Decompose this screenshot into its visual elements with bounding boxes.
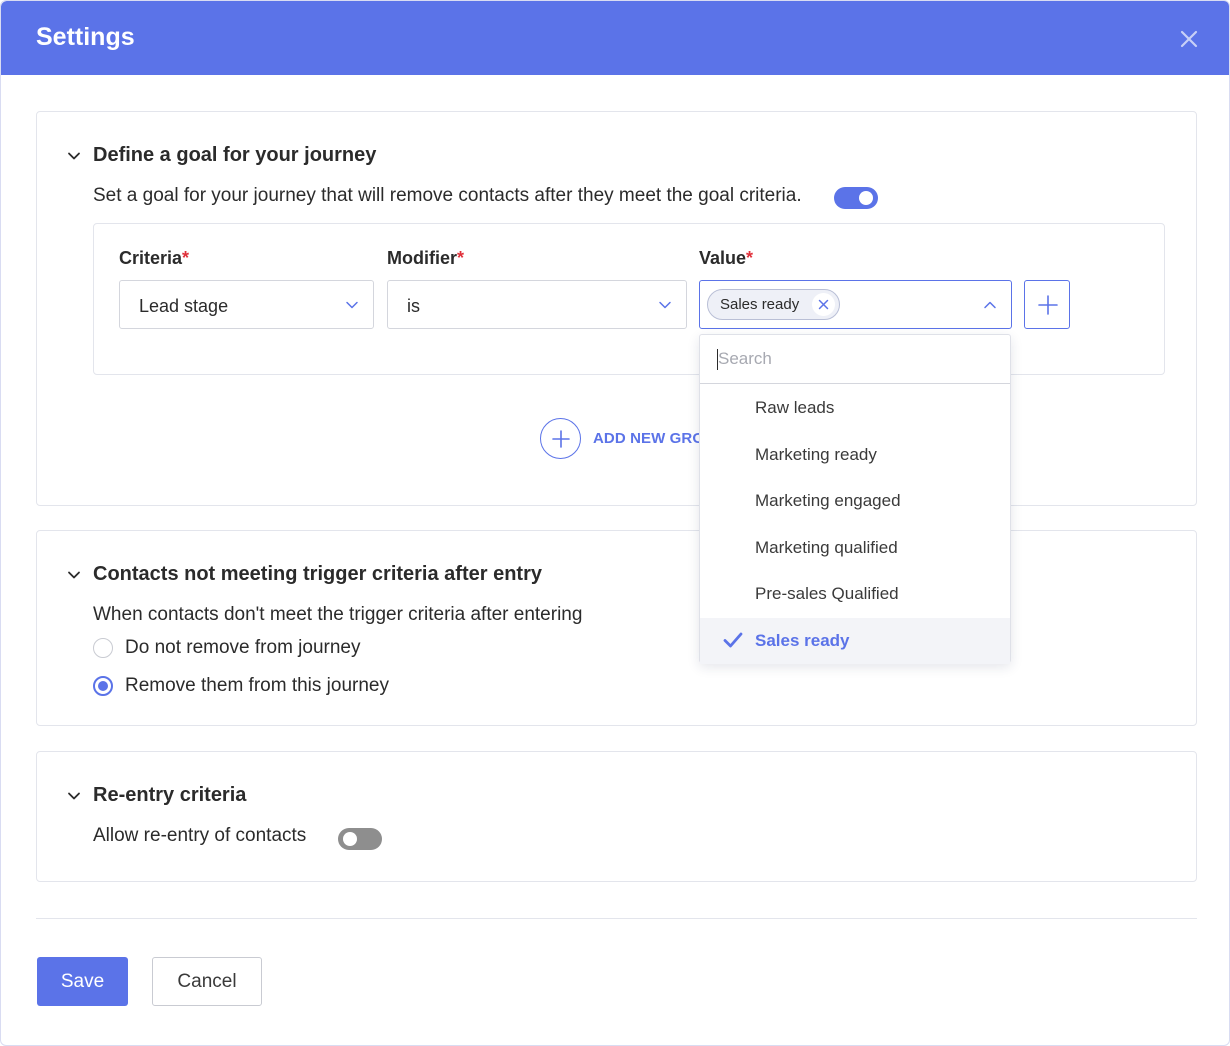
dialog-title: Settings [36,23,135,51]
value-dropdown: Raw leads Marketing ready Marketing enga… [699,334,1011,664]
reentry-section-toggle[interactable]: Re-entry criteria [67,784,246,807]
criteria-select-value: Lead stage [139,296,229,316]
goal-section-toggle[interactable]: Define a goal for your journey [67,144,376,167]
cancel-button[interactable]: Cancel [152,957,262,1006]
dropdown-option[interactable]: Pre-sales Qualified [700,571,1010,618]
radio-button[interactable] [93,638,113,658]
toggle-knob [343,832,357,846]
modifier-select-value: is [407,296,420,316]
settings-dialog: Settings Define a goal for your journey … [0,0,1230,1046]
toggle-knob [859,191,873,205]
criteria-select[interactable]: Lead stage [119,280,374,329]
add-new-group-label: ADD NEW GRO [593,430,705,447]
radio-remove-from-journey[interactable]: Remove them from this journey [93,675,389,697]
radio-do-not-remove[interactable]: Do not remove from journey [93,637,361,659]
value-label: Value* [699,248,754,268]
chevron-down-icon [659,301,671,309]
reentry-section: Re-entry criteria Allow re-entry of cont… [36,751,1197,882]
value-chip: Sales ready [707,289,841,320]
chip-remove-icon[interactable] [812,293,836,316]
trigger-section-title: Contacts not meeting trigger criteria af… [93,563,542,585]
reentry-description: Allow re-entry of contacts [93,825,307,846]
modifier-select[interactable]: is [387,280,687,329]
dropdown-option-selected[interactable]: Sales ready [700,617,1010,664]
close-icon[interactable] [1175,25,1203,53]
dropdown-search-input[interactable] [700,335,1010,384]
value-chip-label: Sales ready [720,296,800,313]
criteria-label: Criteria* [119,248,190,268]
chevron-down-icon [346,301,358,309]
chevron-down-icon [68,571,80,578]
plus-circle-icon [540,418,581,459]
dropdown-option[interactable]: Marketing engaged [700,478,1010,525]
chevron-up-icon [984,301,996,309]
radio-label: Remove them from this journey [125,675,389,696]
reentry-toggle[interactable] [338,828,382,850]
checkmark-icon [723,632,743,647]
modifier-label: Modifier* [387,248,465,268]
add-new-group-button[interactable]: ADD NEW GRO [540,418,704,459]
reentry-section-title: Re-entry criteria [93,784,247,806]
dropdown-option[interactable]: Marketing ready [700,432,1010,479]
add-condition-button[interactable] [1024,280,1070,329]
dropdown-option[interactable]: Marketing qualified [700,525,1010,572]
dialog-header: Settings [1,1,1229,75]
dropdown-options: Raw leads Marketing ready Marketing enga… [700,385,1010,664]
save-button[interactable]: Save [37,957,128,1006]
value-select[interactable]: Sales ready [699,280,1012,329]
radio-button[interactable] [93,676,113,696]
trigger-section-description: When contacts don't meet the trigger cri… [93,604,583,625]
chevron-down-icon [68,792,80,799]
plus-icon [1038,295,1058,315]
footer-divider [36,918,1197,919]
chevron-down-icon [68,152,80,159]
goal-section-title: Define a goal for your journey [93,144,377,166]
radio-label: Do not remove from journey [125,637,361,658]
trigger-section-toggle[interactable]: Contacts not meeting trigger criteria af… [67,563,542,586]
goal-section-description: Set a goal for your journey that will re… [93,185,802,206]
goal-section: Define a goal for your journey Set a goa… [36,111,1197,506]
text-cursor [717,349,718,370]
dropdown-option[interactable]: Raw leads [700,385,1010,432]
goal-toggle[interactable] [834,187,878,209]
trigger-criteria-section: Contacts not meeting trigger criteria af… [36,530,1197,726]
